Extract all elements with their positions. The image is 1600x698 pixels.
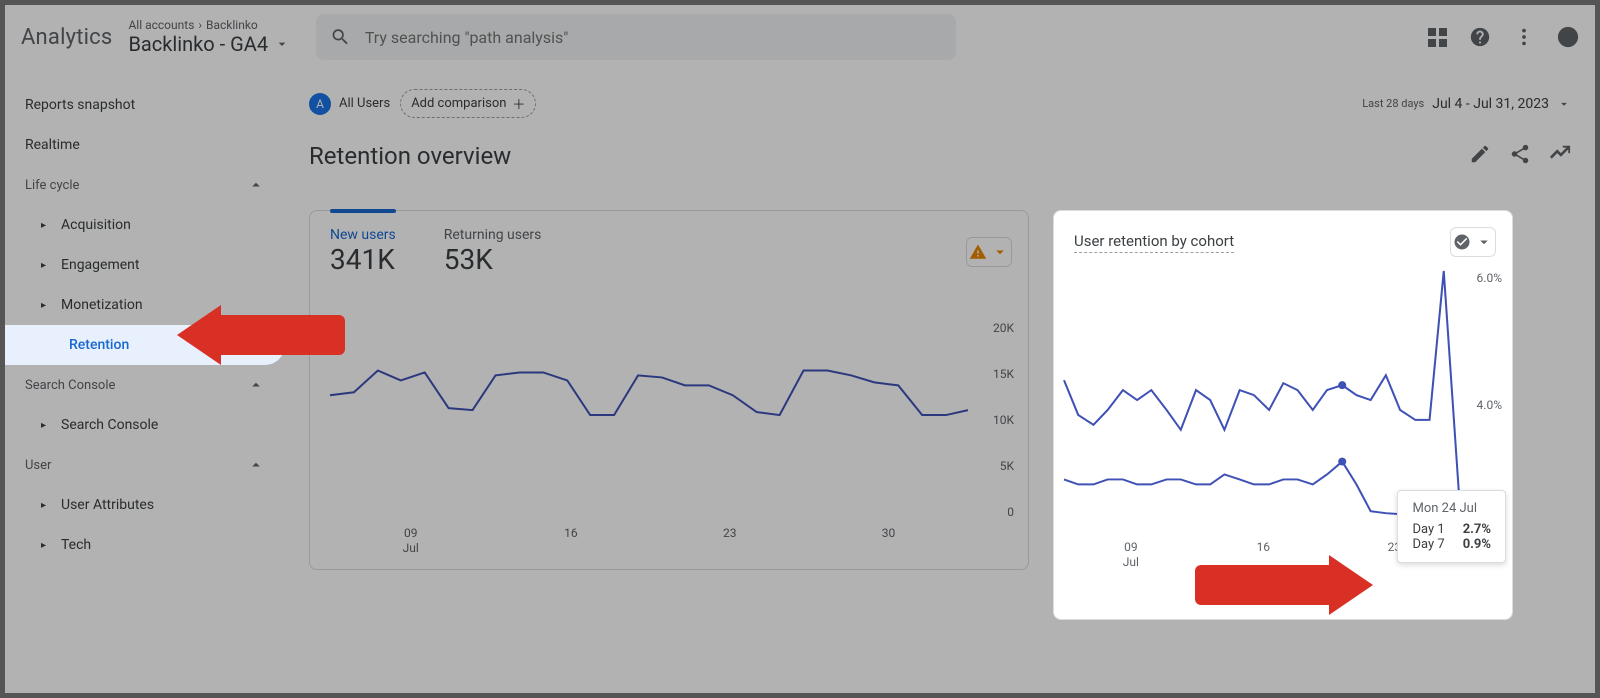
card-title: User retention by cohort (1074, 232, 1234, 253)
share-icon[interactable] (1509, 143, 1531, 169)
insights-icon[interactable] (1549, 143, 1571, 169)
customize-report-icon[interactable] (1469, 143, 1491, 169)
apps-icon[interactable] (1428, 28, 1447, 47)
caret-down-icon (991, 243, 1009, 261)
sidebar-item-acquisition[interactable]: ▸Acquisition (5, 205, 285, 245)
search-input[interactable] (365, 28, 942, 47)
sidebar-item-retention[interactable]: Retention (5, 325, 285, 365)
date-range-picker[interactable]: Last 28 days Jul 4 - Jul 31, 2023 (1362, 96, 1571, 112)
property-name: Backlinko - GA4 (128, 32, 268, 56)
chevron-up-icon (247, 176, 265, 194)
check-circle-icon (1453, 233, 1471, 251)
plus-icon: ＋ (512, 94, 525, 113)
caret-down-icon (274, 36, 290, 52)
sidebar-item-reports-snapshot[interactable]: Reports snapshot (5, 85, 285, 125)
add-comparison-button[interactable]: Add comparison ＋ (400, 89, 536, 118)
metric-tab-returning-users[interactable]: Returning users 53K (444, 227, 542, 276)
chart-x-axis: 09Jul 16 23 30 (330, 526, 968, 555)
data-quality-button[interactable] (1450, 227, 1496, 257)
segment-chip-all-users[interactable]: A All Users (309, 93, 390, 115)
page-title: Retention overview (309, 142, 511, 170)
sidebar-item-engagement[interactable]: ▸Engagement (5, 245, 285, 285)
sidebar-item-tech[interactable]: ▸Tech (5, 525, 285, 565)
caret-down-icon (1475, 233, 1493, 251)
account-avatar[interactable] (1557, 26, 1579, 48)
product-logo: Analytics (21, 25, 112, 50)
sidebar-item-user-attributes[interactable]: ▸User Attributes (5, 485, 285, 525)
search-box[interactable] (316, 14, 956, 60)
data-quality-warning-button[interactable] (966, 237, 1012, 267)
chart-y-axis: 20K15K10K5K0 (993, 321, 1014, 519)
chevron-up-icon (247, 376, 265, 394)
segment-avatar-icon: A (309, 93, 331, 115)
caret-down-icon (1557, 97, 1571, 111)
search-icon (330, 26, 351, 48)
chart-new-users (330, 321, 968, 519)
warning-icon (969, 243, 987, 261)
more-vert-icon[interactable] (1513, 26, 1535, 48)
sidebar-item-search-console[interactable]: ▸Search Console (5, 405, 285, 445)
sidebar-group-search-console[interactable]: Search Console (5, 365, 285, 405)
sidebar-group-user[interactable]: User (5, 445, 285, 485)
chart-tooltip: Mon 24 Jul Day 12.7% Day 70.9% (1397, 490, 1506, 563)
chevron-up-icon (247, 456, 265, 474)
card-retention-cohort: User retention by cohort (1053, 210, 1513, 620)
sidebar: Reports snapshot Realtime Life cycle ▸Ac… (5, 69, 285, 693)
sidebar-group-lifecycle[interactable]: Life cycle (5, 165, 285, 205)
sidebar-item-realtime[interactable]: Realtime (5, 125, 285, 165)
card-users-trend: New users 341K Returning users 53K (309, 210, 1029, 570)
main: A All Users Add comparison ＋ Last 28 day… (285, 69, 1595, 693)
metric-tab-new-users[interactable]: New users 341K (330, 227, 396, 276)
breadcrumb: All accounts›Backlinko (128, 18, 290, 32)
help-icon[interactable] (1469, 26, 1491, 48)
account-property-picker[interactable]: All accounts›Backlinko Backlinko - GA4 (128, 18, 290, 56)
sidebar-item-monetization[interactable]: ▸Monetization (5, 285, 285, 325)
header: Analytics All accounts›Backlinko Backlin… (5, 5, 1595, 69)
